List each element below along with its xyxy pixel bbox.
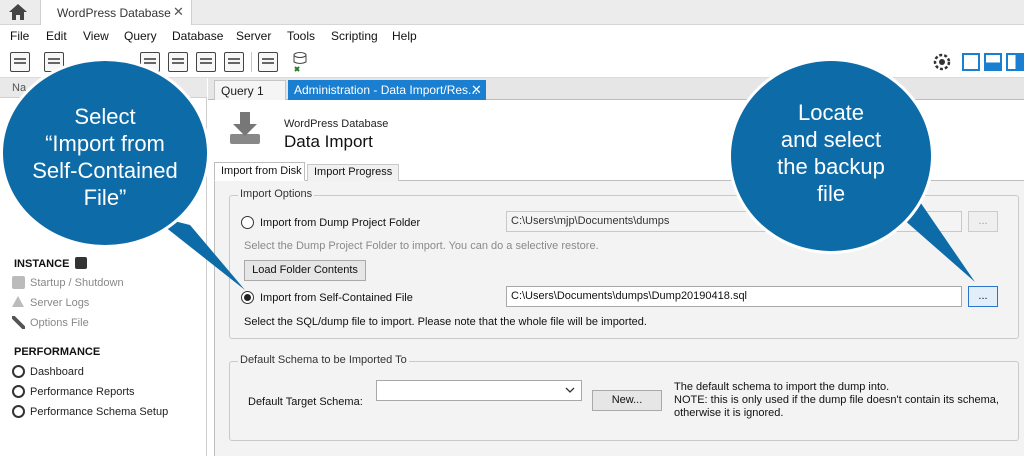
right-callout-line-1: Locate [797, 100, 865, 125]
right-callout-line-4: file [816, 181, 846, 206]
left-callout-bubble: Select “Import from Self-Contained File” [0, 58, 210, 248]
right-callout-line-3: the backup [777, 154, 885, 179]
right-callout-bubble: Locate and select the backup file [728, 58, 934, 254]
right-callout-line-2: and select [780, 127, 882, 152]
left-callout-line-2: “Import from [45, 131, 165, 156]
left-callout-line-3: Self-Contained [32, 158, 178, 183]
left-callout-line-1: Select [74, 104, 136, 129]
left-callout-line-4: File” [83, 185, 127, 210]
